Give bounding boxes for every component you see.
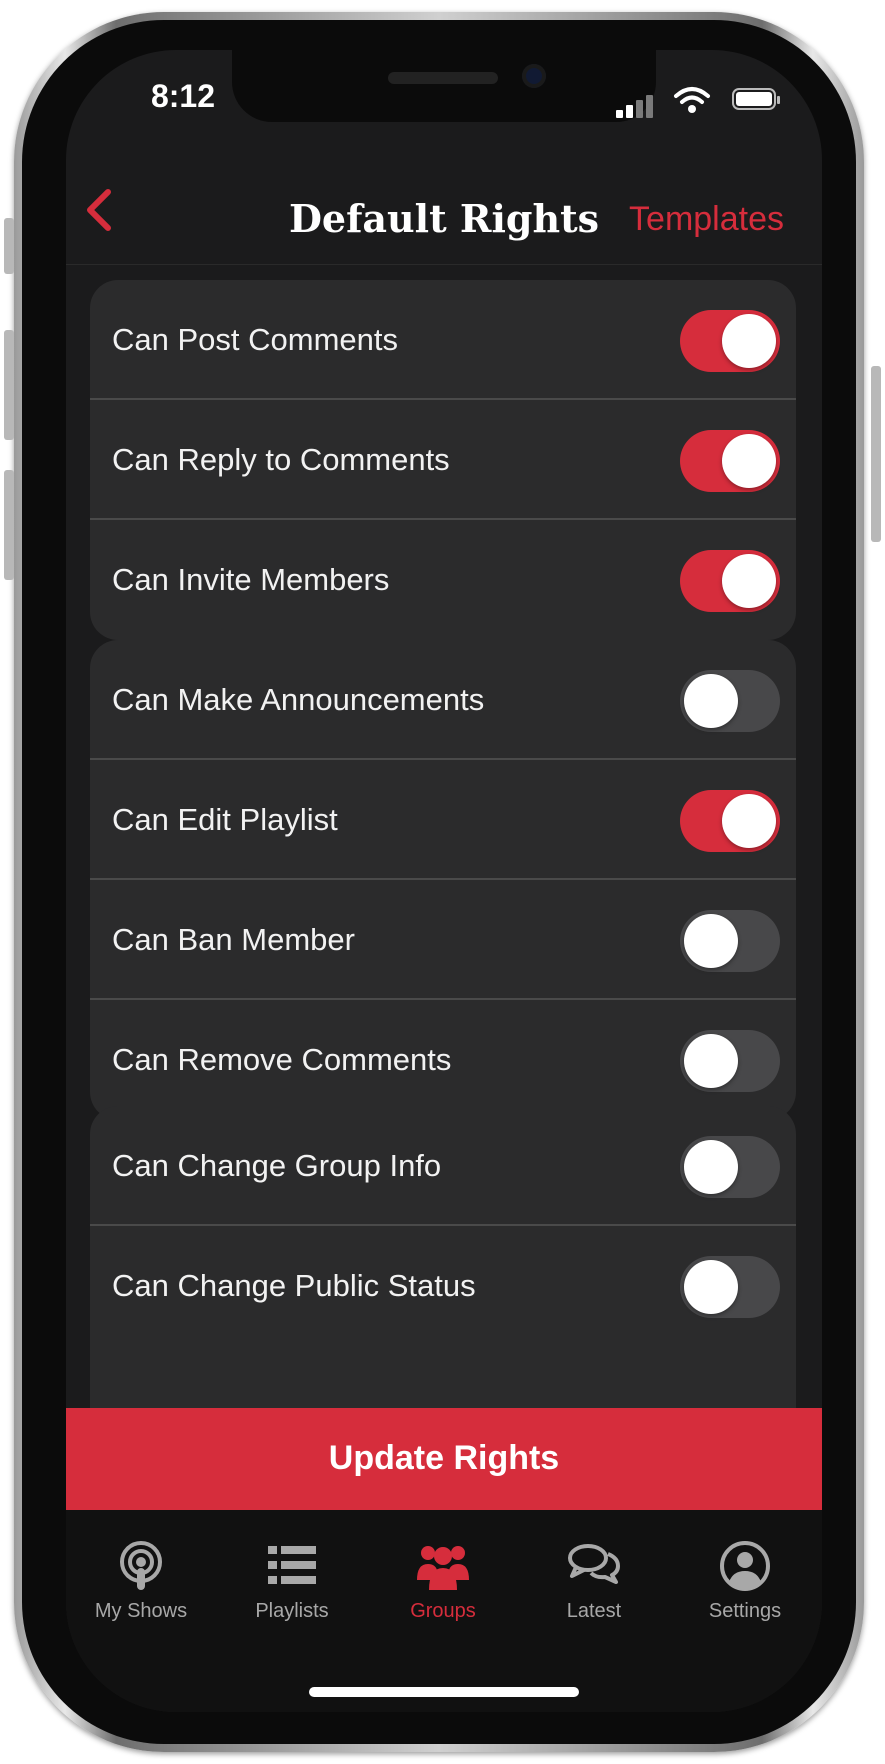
toggle-knob [722, 794, 776, 848]
toggle-knob [684, 674, 738, 728]
row-can-post-comments: Can Post Comments [90, 280, 796, 400]
can-make-announcements-toggle[interactable] [680, 670, 780, 732]
row-can-ban-member: Can Ban Member [90, 880, 796, 1000]
row-can-change-public-status: Can Change Public Status [90, 1226, 796, 1346]
can-change-public-status-toggle[interactable] [680, 1256, 780, 1318]
front-camera [522, 64, 546, 88]
row-can-edit-playlist: Can Edit Playlist [90, 760, 796, 880]
can-change-group-info-toggle[interactable] [680, 1136, 780, 1198]
row-label: Can Post Comments [112, 322, 398, 357]
tab-playlists[interactable]: Playlists [217, 1510, 367, 1630]
row-label: Can Remove Comments [112, 1042, 452, 1077]
list-icon [268, 1546, 316, 1584]
podcast-icon [120, 1541, 162, 1590]
tab-groups[interactable]: Groups [368, 1510, 518, 1630]
can-invite-members-toggle[interactable] [680, 550, 780, 612]
tab-bar: My Shows Playlists Groups Latest Setting… [66, 1510, 822, 1712]
can-post-comments-toggle[interactable] [680, 310, 780, 372]
row-label: Can Invite Members [112, 562, 390, 597]
status-indicators [616, 87, 786, 118]
toggle-knob [684, 1260, 738, 1314]
toggle-knob [684, 914, 738, 968]
tab-my-shows[interactable]: My Shows [66, 1510, 216, 1630]
toggle-knob [722, 314, 776, 368]
toggle-knob [722, 554, 776, 608]
status-time: 8:12 [150, 78, 216, 114]
chat-bubbles-icon [568, 1544, 620, 1584]
wifi-icon [674, 87, 710, 113]
row-can-make-announcements: Can Make Announcements [90, 640, 796, 760]
tab-label: Playlists [255, 1600, 329, 1622]
row-label: Can Ban Member [112, 922, 355, 957]
tab-label: Latest [566, 1600, 622, 1622]
rights-group-2: Can Make Announcements Can Edit Playlist… [90, 640, 796, 1120]
row-label: Can Reply to Comments [112, 442, 450, 477]
can-remove-comments-toggle[interactable] [680, 1030, 780, 1092]
tab-label: Groups [410, 1600, 476, 1622]
tab-label: My Shows [94, 1600, 188, 1622]
can-edit-playlist-toggle[interactable] [680, 790, 780, 852]
app-screen: 8:12 Default Rights Templates Can Post C… [66, 50, 822, 1712]
toggle-knob [684, 1034, 738, 1088]
row-can-reply-to-comments: Can Reply to Comments [90, 400, 796, 520]
row-can-change-group-info: Can Change Group Info [90, 1106, 796, 1226]
volume-up-button [4, 330, 14, 440]
tab-label: Settings [708, 1600, 782, 1622]
row-label: Can Change Group Info [112, 1148, 442, 1183]
mute-switch [4, 218, 14, 274]
volume-down-button [4, 470, 14, 580]
tab-latest[interactable]: Latest [519, 1510, 669, 1630]
group-icon [417, 1546, 469, 1590]
can-reply-to-comments-toggle[interactable] [680, 430, 780, 492]
can-ban-member-toggle[interactable] [680, 910, 780, 972]
navigation-bar: Default Rights Templates [66, 152, 822, 265]
speaker-grille [388, 72, 498, 84]
row-label: Can Make Announcements [112, 682, 485, 717]
battery-icon [732, 88, 780, 110]
power-button [871, 366, 881, 542]
rights-group-3: Can Change Group Info Can Change Public … [90, 1106, 796, 1408]
tab-settings[interactable]: Settings [670, 1510, 820, 1630]
row-label: Can Edit Playlist [112, 802, 338, 837]
update-rights-button[interactable]: Update Rights [66, 1408, 822, 1510]
notch [232, 50, 656, 122]
home-indicator[interactable] [309, 1687, 579, 1697]
person-circle-icon [720, 1541, 770, 1591]
templates-button[interactable]: Templates [629, 200, 784, 239]
row-can-invite-members: Can Invite Members [90, 520, 796, 640]
row-can-remove-comments: Can Remove Comments [90, 1000, 796, 1120]
rights-group-1: Can Post Comments Can Reply to Comments … [90, 280, 796, 640]
row-label: Can Change Public Status [112, 1268, 476, 1303]
toggle-knob [722, 434, 776, 488]
toggle-knob [684, 1140, 738, 1194]
